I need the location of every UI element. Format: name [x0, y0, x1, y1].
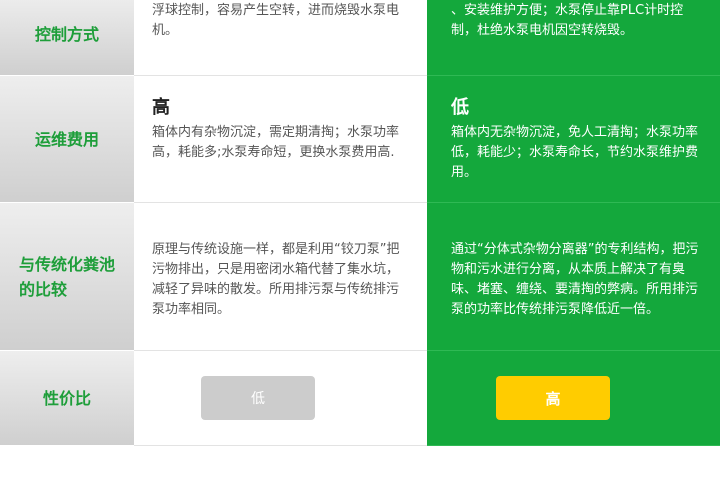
new-product-cell: 、安装维护方便；水泵停止靠PLC计时控制，杜绝水泵电机因空转烧毁。	[427, 0, 720, 76]
new-product-rating: 低	[451, 97, 469, 118]
new-product-cell: 低 箱体内无杂物沉淀，免人工清掏；水泵功率低，耗能少；水泵寿命长，节约水泵维护费…	[427, 76, 720, 203]
traditional-cell: 低	[134, 351, 427, 446]
new-product-description: 、安装维护方便；水泵停止靠PLC计时控制，杜绝水泵电机因空转烧毁。	[451, 3, 684, 38]
traditional-cell: 高 箱体内有杂物沉淀，需定期清掏；水泵功率高，耗能多;水泵寿命短，更换水泵费用高…	[134, 76, 427, 203]
traditional-description: 浮球控制，容易产生空转，进而烧毁水泵电机。	[152, 3, 400, 38]
row-label: 运维费用	[34, 129, 99, 149]
new-product-cell: 高	[427, 351, 720, 446]
rating-high-button[interactable]: 高	[496, 376, 610, 420]
new-product-cell: 通过“分体式杂物分离器”的专利结构，把污物和污水进行分离，从本质上解决了有臭味、…	[427, 203, 720, 351]
row-label-cell: 与传统化粪池的比较	[0, 203, 134, 351]
rating-low-button[interactable]: 低	[201, 376, 315, 420]
traditional-cell: 浮球控制，容易产生空转，进而烧毁水泵电机。	[134, 0, 427, 76]
traditional-cell: 原理与传统设施一样，都是利用“铰刀泵”把污物排出，只是用密闭水箱代替了集水坑，减…	[134, 203, 427, 351]
row-label: 与传统化粪池的比较	[19, 254, 116, 299]
row-label-cell: 运维费用	[0, 76, 134, 203]
traditional-rating: 高	[152, 97, 170, 118]
traditional-description: 箱体内有杂物沉淀，需定期清掏；水泵功率高，耗能多;水泵寿命短，更换水泵费用高.	[152, 125, 400, 160]
row-label: 控制方式	[34, 25, 99, 44]
row-comparison-traditional-septic: 与传统化粪池的比较 原理与传统设施一样，都是利用“铰刀泵”把污物排出，只是用密闭…	[0, 203, 720, 351]
row-maintenance-cost: 运维费用 高 箱体内有杂物沉淀，需定期清掏；水泵功率高，耗能多;水泵寿命短，更换…	[0, 76, 720, 203]
traditional-description: 原理与传统设施一样，都是利用“铰刀泵”把污物排出，只是用密闭水箱代替了集水坑，减…	[152, 242, 400, 317]
new-product-description: 通过“分体式杂物分离器”的专利结构，把污物和污水进行分离，从本质上解决了有臭味、…	[451, 242, 699, 317]
row-label-cell: 性价比	[0, 351, 134, 446]
comparison-table: 控制方式 浮球控制，容易产生空转，进而烧毁水泵电机。 、安装维护方便；水泵停止靠…	[0, 0, 720, 446]
row-label: 性价比	[42, 388, 91, 408]
row-control-method: 控制方式 浮球控制，容易产生空转，进而烧毁水泵电机。 、安装维护方便；水泵停止靠…	[0, 0, 720, 76]
new-product-description: 箱体内无杂物沉淀，免人工清掏；水泵功率低，耗能少；水泵寿命长，节约水泵维护费用。	[451, 125, 699, 180]
row-cost-performance: 性价比 低 高	[0, 351, 720, 446]
row-label-cell: 控制方式	[0, 0, 134, 76]
